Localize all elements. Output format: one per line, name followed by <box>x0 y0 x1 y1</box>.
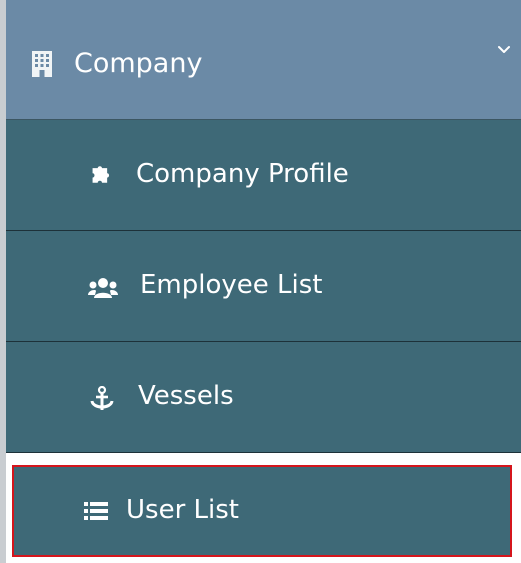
anchor-icon <box>90 386 114 410</box>
sidebar-menu: Company Company Profile Employee List Ve… <box>0 0 521 563</box>
chevron-down-icon[interactable] <box>496 42 512 58</box>
menu-item-user-list[interactable]: User List <box>12 465 512 557</box>
menu-item-company-profile[interactable]: Company Profile <box>6 120 521 231</box>
building-icon <box>32 51 52 77</box>
menu-section-company[interactable]: Company <box>6 0 521 120</box>
menu-item-employee-list[interactable]: Employee List <box>6 231 521 342</box>
users-icon <box>88 278 118 298</box>
list-icon <box>84 502 108 520</box>
puzzle-piece-icon <box>92 166 110 183</box>
menu-item-vessels[interactable]: Vessels <box>6 342 521 453</box>
menu-section-label: Company <box>74 48 203 79</box>
menu-item-label: User List <box>126 495 239 525</box>
menu-item-label: Vessels <box>138 381 234 411</box>
menu-item-label: Company Profile <box>136 159 349 189</box>
menu-item-label: Employee List <box>140 270 323 300</box>
